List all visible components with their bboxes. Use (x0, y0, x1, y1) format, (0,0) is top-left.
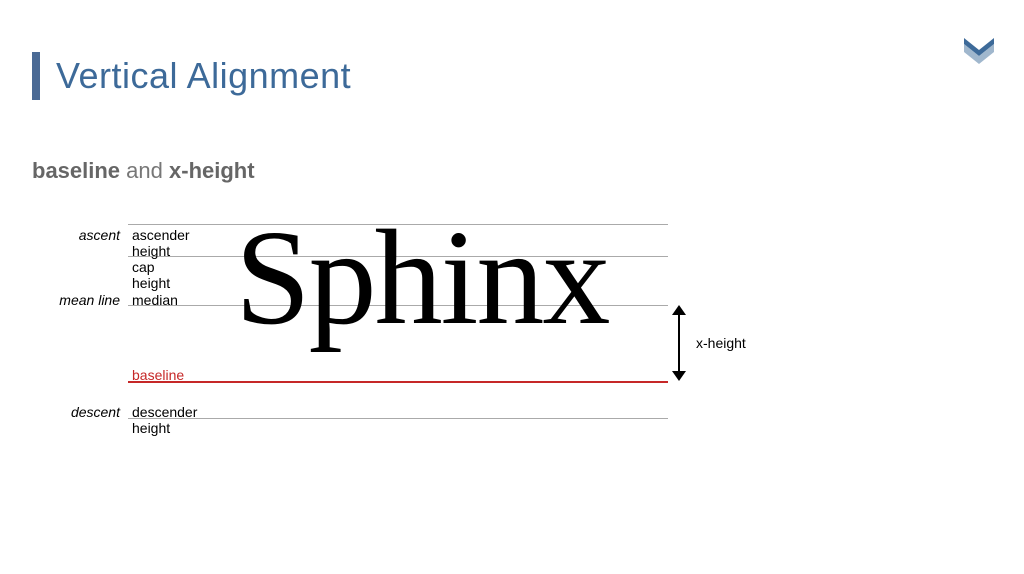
label-xheight: x-height (696, 335, 746, 351)
slide-title: Vertical Alignment (56, 55, 351, 97)
subtitle-and: and (126, 158, 163, 183)
subtitle-baseline: baseline (32, 158, 120, 183)
label-ascent: ascent (79, 227, 120, 243)
xheight-marker: x-height (672, 305, 746, 381)
typography-diagram: ascent mean line descent ascender height… (50, 230, 750, 425)
label-meanline: mean line (59, 292, 120, 308)
label-median: median (132, 292, 178, 308)
line-baseline (128, 381, 668, 383)
label-ascender-height: ascender height (132, 227, 190, 259)
label-descender-height: descender height (132, 404, 197, 436)
corner-logo-icon (964, 38, 994, 66)
line-descender (128, 418, 668, 419)
label-descent: descent (71, 404, 120, 420)
sample-word: Sphinx (235, 210, 608, 346)
subtitle-xheight: x-height (169, 158, 255, 183)
xheight-arrows-icon (672, 305, 686, 381)
title-container: Vertical Alignment (32, 52, 351, 100)
label-baseline: baseline (132, 367, 184, 383)
subtitle: baseline and x-height (32, 158, 255, 184)
label-cap-height: cap height (132, 259, 170, 291)
title-accent-bar (32, 52, 40, 100)
